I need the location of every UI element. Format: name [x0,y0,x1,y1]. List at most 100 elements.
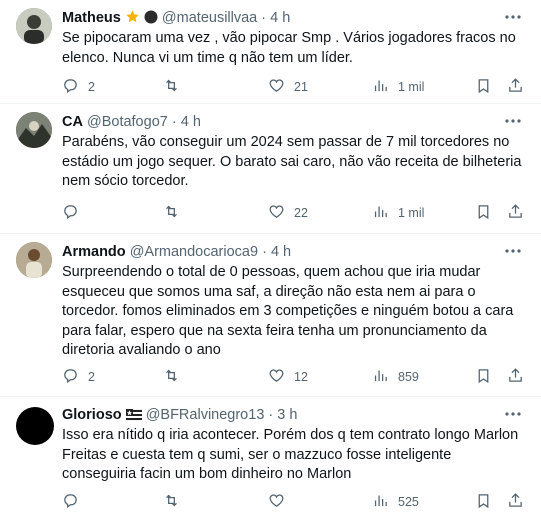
bookmark-button[interactable] [475,77,492,97]
views-button[interactable]: 1 mil [372,77,424,97]
heart-icon [268,492,285,512]
bookmark-button[interactable] [475,203,492,223]
share-icon [507,492,524,512]
black-circle-emoji-icon [144,10,158,30]
like-count: 22 [294,206,308,220]
more-options-icon[interactable] [503,407,523,419]
reply-icon [62,492,79,512]
reply-count: 2 [88,80,95,94]
tweet-actions: 2 21 1 mil [62,77,527,97]
avatar[interactable] [16,407,54,445]
tweet-text: Se pipocaram uma vez , vão pipocar Smp .… [62,30,516,66]
flag-emoji-icon [125,408,142,427]
author-name[interactable]: Glorioso [62,407,122,423]
reply-button[interactable] [62,492,88,512]
retweet-button[interactable] [163,203,189,223]
tweet-header: Glorioso @BFRalvinegro13 · 3 h [62,406,297,427]
views-chart-icon [372,203,389,223]
share-icon [507,203,524,223]
tweet-actions: 525 [62,492,527,512]
separator-dot: · [171,114,177,130]
retweet-icon [163,367,180,387]
reply-icon [62,77,79,97]
retweet-button[interactable] [163,492,189,512]
star-emoji-icon [125,9,140,30]
separator-dot: · [261,10,267,26]
tweet[interactable]: CA @Botafogo7 · 4 h Parabéns, vão conseg… [0,104,541,234]
share-icon [507,367,524,387]
tweet-text: Surpreendendo o total de 0 pessoas, quem… [62,264,514,358]
like-button[interactable]: 12 [268,367,308,387]
tweet-text: Isso era nítido q iria acontecer. Porém … [62,427,519,482]
retweet-button[interactable] [163,77,189,97]
author-handle[interactable]: @Armandocarioca9 [130,244,258,260]
bookmark-icon [475,77,492,97]
author-name[interactable]: CA [62,114,83,130]
author-handle[interactable]: @BFRalvinegro13 [146,407,265,423]
separator-dot: · [262,244,267,260]
heart-icon [268,77,285,97]
tweet[interactable]: Matheus @mateusillvaa · 4 h Se pipocaram… [0,0,541,104]
bookmark-button[interactable] [475,367,492,387]
reply-button[interactable] [62,203,88,223]
reply-button[interactable]: 2 [62,77,95,97]
timestamp[interactable]: 4 h [271,244,291,260]
share-button[interactable] [507,203,524,223]
tweet-header: Armando @Armandocarioca9 · 4 h [62,243,291,262]
avatar[interactable] [16,112,52,148]
share-button[interactable] [507,367,524,387]
share-button[interactable] [507,492,524,512]
author-handle[interactable]: @mateusillvaa [162,10,257,26]
tweet-actions: 2 12 859 [62,367,527,387]
reply-icon [62,367,79,387]
views-chart-icon [372,77,389,97]
author-handle[interactable]: @Botafogo7 [87,114,168,130]
views-button[interactable]: 525 [372,492,419,512]
heart-icon [268,203,285,223]
tweet-header: CA @Botafogo7 · 4 h [62,113,201,132]
more-options-icon[interactable] [503,244,523,256]
like-button[interactable]: 22 [268,203,308,223]
author-name[interactable]: Armando [62,244,126,260]
views-count: 1 mil [398,80,425,94]
tweet[interactable]: Glorioso @BFRalvinegro13 · 3 h Isso era … [0,397,541,514]
timestamp[interactable]: 3 h [277,407,297,423]
avatar[interactable] [16,242,52,278]
like-count: 21 [294,80,308,94]
views-button[interactable]: 1 mil [372,203,424,223]
views-count: 1 mil [398,206,425,220]
bookmark-icon [475,492,492,512]
reply-button[interactable]: 2 [62,367,95,387]
bookmark-icon [475,367,492,387]
views-chart-icon [372,492,389,512]
reply-icon [62,203,79,223]
like-button[interactable] [268,492,294,512]
share-button[interactable] [507,77,524,97]
tweet-text: Parabéns, vão conseguir um 2024 sem pass… [62,134,522,189]
heart-icon [268,367,285,387]
like-count: 12 [294,370,308,384]
retweet-icon [163,492,180,512]
retweet-icon [163,203,180,223]
more-options-icon[interactable] [503,10,523,22]
share-icon [507,77,524,97]
like-button[interactable]: 21 [268,77,308,97]
views-button[interactable]: 859 [372,367,419,387]
retweet-button[interactable] [163,367,189,387]
bookmark-button[interactable] [475,492,492,512]
tweet-header: Matheus @mateusillvaa · 4 h [62,9,290,30]
tweet-actions: 22 1 mil [62,203,527,223]
views-count: 859 [398,370,419,384]
separator-dot: · [268,407,274,423]
views-count: 525 [398,495,419,509]
bookmark-icon [475,203,492,223]
retweet-icon [163,77,180,97]
more-options-icon[interactable] [503,114,523,126]
avatar[interactable] [16,8,52,44]
reply-count: 2 [88,370,95,384]
author-name[interactable]: Matheus [62,10,121,26]
views-chart-icon [372,367,389,387]
tweet[interactable]: Armando @Armandocarioca9 · 4 h Surpreend… [0,234,541,397]
timestamp[interactable]: 4 h [270,10,290,26]
timestamp[interactable]: 4 h [181,114,201,130]
